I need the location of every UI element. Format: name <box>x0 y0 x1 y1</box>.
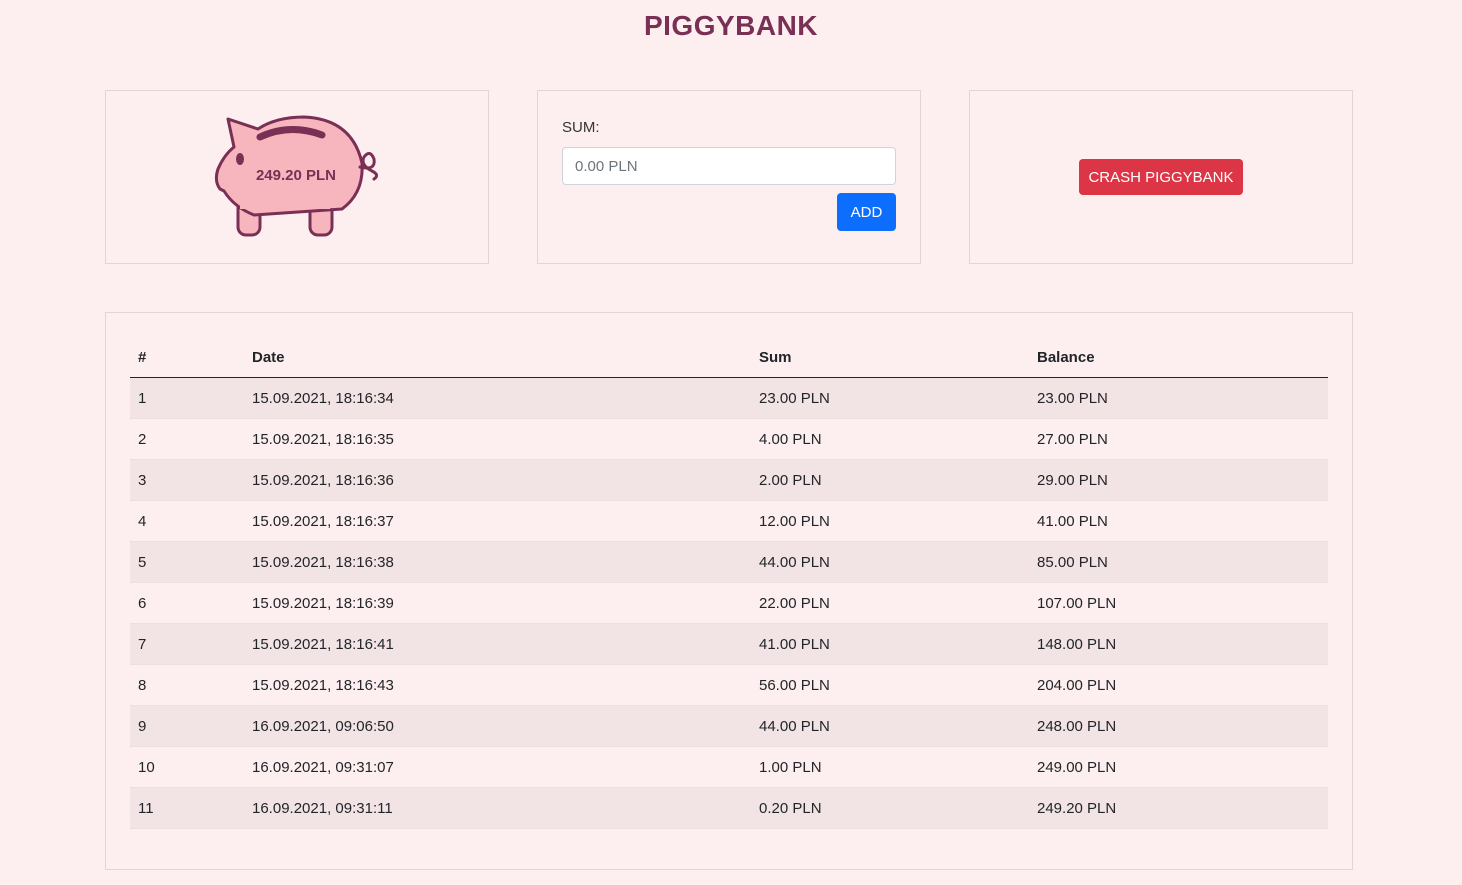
row-number: 10 <box>130 746 244 788</box>
row-sum: 44.00 PLN <box>751 705 1029 747</box>
row-balance: 249.00 PLN <box>1029 746 1328 788</box>
row-sum: 23.00 PLN <box>751 377 1029 419</box>
column-header-balance: Balance <box>1029 337 1328 378</box>
table-row: 6 15.09.2021, 18:16:39 22.00 PLN 107.00 … <box>130 582 1328 624</box>
column-header-date: Date <box>244 337 751 378</box>
transactions-card: # Date Sum Balance 1 15.09.2021, 18:16:3… <box>105 312 1353 870</box>
row-sum: 1.00 PLN <box>751 746 1029 788</box>
row-date: 15.09.2021, 18:16:37 <box>244 500 751 542</box>
row-date: 15.09.2021, 18:16:38 <box>244 541 751 583</box>
table-row: 10 16.09.2021, 09:31:07 1.00 PLN 249.00 … <box>130 746 1328 788</box>
row-date: 16.09.2021, 09:06:50 <box>244 705 751 747</box>
table-row: 3 15.09.2021, 18:16:36 2.00 PLN 29.00 PL… <box>130 459 1328 501</box>
row-number: 6 <box>130 582 244 624</box>
row-number: 2 <box>130 418 244 460</box>
row-date: 15.09.2021, 18:16:41 <box>244 623 751 665</box>
piggy-balance: 249.20 PLN <box>255 167 337 184</box>
row-number: 9 <box>130 705 244 747</box>
add-button[interactable]: ADD <box>837 193 896 231</box>
row-date: 15.09.2021, 18:16:35 <box>244 418 751 460</box>
row-balance: 249.20 PLN <box>1029 787 1328 829</box>
row-date: 15.09.2021, 18:16:39 <box>244 582 751 624</box>
sum-input[interactable] <box>562 147 896 185</box>
row-number: 11 <box>130 787 244 829</box>
crash-card: CRASH PIGGYBANK <box>969 90 1353 264</box>
row-date: 15.09.2021, 18:16:36 <box>244 459 751 501</box>
row-number: 8 <box>130 664 244 706</box>
row-sum: 56.00 PLN <box>751 664 1029 706</box>
row-balance: 41.00 PLN <box>1029 500 1328 542</box>
table-row: 9 16.09.2021, 09:06:50 44.00 PLN 248.00 … <box>130 705 1328 747</box>
row-number: 5 <box>130 541 244 583</box>
row-balance: 148.00 PLN <box>1029 623 1328 665</box>
row-number: 3 <box>130 459 244 501</box>
table-row: 5 15.09.2021, 18:16:38 44.00 PLN 85.00 P… <box>130 541 1328 583</box>
piggy-card: 249.20 PLN <box>105 90 489 264</box>
row-balance: 204.00 PLN <box>1029 664 1328 706</box>
row-sum: 2.00 PLN <box>751 459 1029 501</box>
row-number: 7 <box>130 623 244 665</box>
table-header-row: # Date Sum Balance <box>130 337 1328 378</box>
row-number: 1 <box>130 377 244 419</box>
page-title: PIGGYBANK <box>643 10 819 41</box>
row-sum: 12.00 PLN <box>751 500 1029 542</box>
row-balance: 107.00 PLN <box>1029 582 1328 624</box>
row-sum: 44.00 PLN <box>751 541 1029 583</box>
row-balance: 29.00 PLN <box>1029 459 1328 501</box>
row-date: 16.09.2021, 09:31:11 <box>244 787 751 829</box>
row-date: 15.09.2021, 18:16:43 <box>244 664 751 706</box>
table-row: 2 15.09.2021, 18:16:35 4.00 PLN 27.00 PL… <box>130 418 1328 460</box>
crash-piggybank-button[interactable]: CRASH PIGGYBANK <box>1079 159 1243 195</box>
row-date: 15.09.2021, 18:16:34 <box>244 377 751 419</box>
column-header-sum: Sum <box>751 337 1029 378</box>
deposit-card: SUM: ADD <box>537 90 921 264</box>
row-sum: 41.00 PLN <box>751 623 1029 665</box>
row-sum: 4.00 PLN <box>751 418 1029 460</box>
table-row: 7 15.09.2021, 18:16:41 41.00 PLN 148.00 … <box>130 623 1328 665</box>
row-balance: 27.00 PLN <box>1029 418 1328 460</box>
row-date: 16.09.2021, 09:31:07 <box>244 746 751 788</box>
table-row: 1 15.09.2021, 18:16:34 23.00 PLN 23.00 P… <box>130 377 1328 419</box>
table-row: 4 15.09.2021, 18:16:37 12.00 PLN 41.00 P… <box>130 500 1328 542</box>
column-header-number: # <box>130 337 244 378</box>
table-row: 8 15.09.2021, 18:16:43 56.00 PLN 204.00 … <box>130 664 1328 706</box>
sum-label: SUM: <box>562 119 600 136</box>
row-sum: 0.20 PLN <box>751 787 1029 829</box>
row-number: 4 <box>130 500 244 542</box>
row-balance: 248.00 PLN <box>1029 705 1328 747</box>
table-row: 11 16.09.2021, 09:31:11 0.20 PLN 249.20 … <box>130 787 1328 829</box>
row-balance: 23.00 PLN <box>1029 377 1328 419</box>
row-balance: 85.00 PLN <box>1029 541 1328 583</box>
row-sum: 22.00 PLN <box>751 582 1029 624</box>
transactions-table: # Date Sum Balance 1 15.09.2021, 18:16:3… <box>130 337 1328 829</box>
